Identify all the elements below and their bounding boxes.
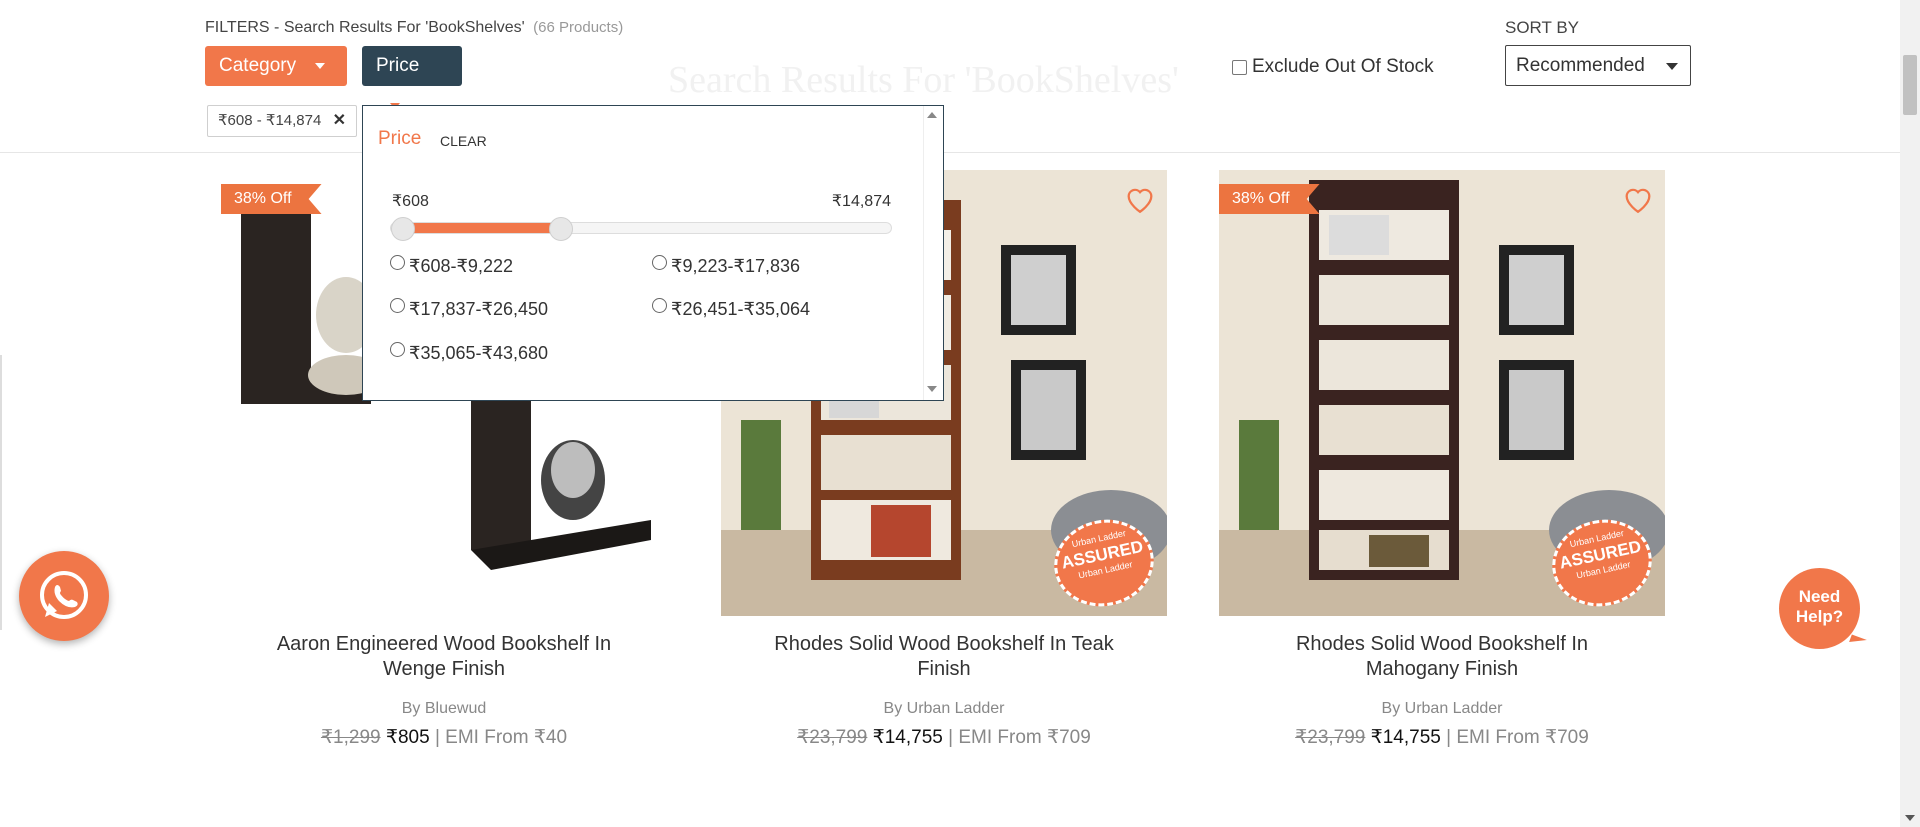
discount-badge: 38% Off <box>221 184 322 214</box>
price-option[interactable]: ₹9,223-₹17,836 <box>652 255 800 277</box>
dropdown-scrollbar[interactable] <box>923 106 943 400</box>
discount-badge: 38% Off <box>1219 184 1320 214</box>
emi-text: | EMI From ₹709 <box>948 727 1091 748</box>
sale-price: ₹14,755 <box>872 727 943 748</box>
price-slider-fill <box>403 223 561 233</box>
price-option-radio[interactable] <box>390 255 405 270</box>
scroll-arrow-icon[interactable] <box>1905 815 1915 821</box>
price-slider-track[interactable] <box>390 217 892 241</box>
filters-title-text: FILTERS - Search Results For 'BookShelve… <box>205 19 525 36</box>
caret-down-icon <box>1666 63 1678 70</box>
price-range-min: ₹608 <box>392 193 429 210</box>
price-option-radio[interactable] <box>390 298 405 313</box>
price-range-max: ₹14,874 <box>831 193 891 210</box>
original-price: ₹1,299 <box>320 727 381 748</box>
applied-filter-chip: ₹608 - ₹14,874 ✕ <box>207 105 357 137</box>
emi-text: | EMI From ₹40 <box>434 727 568 748</box>
product-title[interactable]: Rhodes Solid Wood Bookshelf In Mahogany … <box>1219 632 1665 682</box>
price-option-label: ₹17,837-₹26,450 <box>409 299 549 319</box>
sort-by-label: SORT BY <box>1505 18 1580 37</box>
price-option[interactable]: ₹26,451-₹35,064 <box>652 298 811 320</box>
product-title[interactable]: Aaron Engineered Wood Bookshelf In Wenge… <box>221 632 667 682</box>
need-help-line2: Help? <box>1795 607 1844 626</box>
left-edge-divider <box>0 355 2 630</box>
product-brand: By Urban Ladder <box>1381 700 1503 717</box>
page-scrollbar[interactable] <box>1900 0 1920 827</box>
sort-by-value: Recommended <box>1516 55 1645 76</box>
price-clear-button[interactable]: CLEAR <box>440 133 487 149</box>
whatsapp-icon <box>40 571 88 619</box>
price-option[interactable]: ₹35,065-₹43,680 <box>390 342 549 364</box>
price-filter-dropdown: Price CLEAR ₹608 ₹14,874 ₹608-₹9,222 ₹9,… <box>362 105 944 401</box>
scroll-arrow-icon[interactable] <box>927 112 937 118</box>
sale-price: ₹805 <box>385 727 430 748</box>
filters-title: FILTERS - Search Results For 'BookShelve… <box>205 19 623 37</box>
heart-icon[interactable] <box>1123 182 1157 216</box>
price-option[interactable]: ₹17,837-₹26,450 <box>390 298 549 320</box>
product-price: ₹23,799 ₹14,755 | EMI From ₹709 <box>721 726 1167 749</box>
need-help-button[interactable]: Need Help? <box>1779 568 1860 649</box>
price-option-label: ₹9,223-₹17,836 <box>671 256 800 276</box>
product-brand: By Urban Ladder <box>883 700 1005 717</box>
caret-down-icon <box>315 62 326 69</box>
exclude-out-of-stock[interactable]: Exclude Out Of Stock <box>1232 56 1434 78</box>
price-option-radio[interactable] <box>652 255 667 270</box>
category-filter-label: Category <box>219 55 297 76</box>
need-help-line1: Need <box>1798 587 1841 606</box>
exclude-out-of-stock-label: Exclude Out Of Stock <box>1252 56 1434 77</box>
applied-filter-value: ₹608 - ₹14,874 <box>218 112 322 129</box>
price-slider-min-handle[interactable] <box>391 217 415 241</box>
product-image[interactable]: 38% Off Urban Ladder ASSURED Urban Ladde… <box>1219 170 1665 616</box>
price-filter-button[interactable]: Price <box>362 46 462 109</box>
price-option-radio[interactable] <box>652 298 667 313</box>
price-dropdown-title: Price <box>378 128 422 149</box>
emi-text: | EMI From ₹709 <box>1446 727 1589 748</box>
product-price: ₹1,299 ₹805 | EMI From ₹40 <box>221 726 667 749</box>
original-price: ₹23,799 <box>797 727 868 748</box>
page-heading-ghost: Search Results For 'BookShelves' <box>668 59 1179 101</box>
category-filter-button[interactable]: Category <box>205 46 347 86</box>
product-brand: By Bluewud <box>401 700 487 717</box>
sort-by-select[interactable]: Recommended <box>1505 45 1691 86</box>
sale-price: ₹14,755 <box>1370 727 1441 748</box>
close-icon[interactable]: ✕ <box>333 106 346 136</box>
filter-bar: Search Results For 'BookShelves' FILTERS… <box>0 0 1900 153</box>
price-option-radio[interactable] <box>390 342 405 357</box>
price-option-label: ₹26,451-₹35,064 <box>671 299 811 319</box>
product-price: ₹23,799 ₹14,755 | EMI From ₹709 <box>1219 726 1665 749</box>
product-count: (66 Products) <box>533 19 624 36</box>
product-title[interactable]: Rhodes Solid Wood Bookshelf In Teak Fini… <box>721 632 1167 682</box>
heart-icon[interactable] <box>1621 182 1655 216</box>
original-price: ₹23,799 <box>1295 727 1366 748</box>
exclude-out-of-stock-checkbox[interactable] <box>1232 59 1247 75</box>
price-option-label: ₹608-₹9,222 <box>409 256 513 276</box>
price-filter-label: Price <box>376 55 420 76</box>
product-card[interactable]: 38% Off Urban Ladder ASSURED Urban Ladde… <box>1219 170 1665 749</box>
price-slider-max-handle[interactable] <box>548 217 573 241</box>
price-option[interactable]: ₹608-₹9,222 <box>390 255 513 277</box>
whatsapp-button[interactable] <box>19 551 109 641</box>
scroll-arrow-icon[interactable] <box>927 386 937 392</box>
price-option-label: ₹35,065-₹43,680 <box>409 343 549 363</box>
scrollbar-thumb[interactable] <box>1903 55 1917 115</box>
